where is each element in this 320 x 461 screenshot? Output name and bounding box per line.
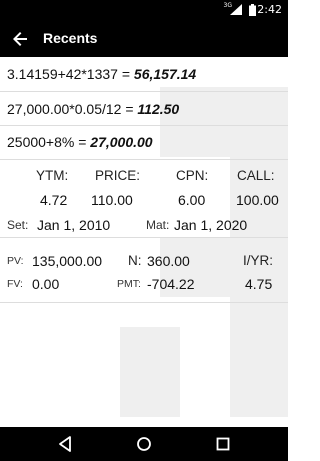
settlement-date: Jan 1, 2010 — [37, 217, 111, 233]
tvm-worksheet-item[interactable]: PV: 135,000.00 N: 360.00 I/YR: FV: 0.00 … — [0, 238, 288, 303]
nav-back-icon[interactable] — [56, 435, 74, 453]
fv-value: 0.00 — [32, 276, 60, 292]
nav-recents-icon[interactable] — [214, 435, 232, 453]
navigation-bar — [0, 427, 288, 461]
page-title: Recents — [43, 30, 98, 46]
fv-label: FV: — [7, 278, 23, 290]
nav-home-icon[interactable] — [135, 435, 153, 453]
maturity-date: Jan 1, 2020 — [174, 217, 248, 233]
back-arrow-icon[interactable] — [10, 29, 30, 49]
battery-icon — [249, 4, 256, 16]
n-value: 360.00 — [147, 253, 190, 269]
iyr-value: 4.75 — [245, 276, 273, 292]
cpn-value: 6.00 — [178, 192, 206, 208]
n-label: N: — [128, 253, 142, 268]
expression: 27,000.00*0.05/12 = — [7, 101, 138, 117]
ytm-label: YTM: — [36, 168, 69, 183]
status-bar: 3G 2:42 — [0, 0, 288, 20]
list-item[interactable]: 25000+8% = 27,000.00 — [0, 126, 288, 160]
pv-value: 135,000.00 — [32, 253, 103, 269]
pmt-value: -704.22 — [147, 276, 195, 292]
result: 112.50 — [137, 101, 180, 117]
list-item[interactable]: 3.14159+42*1337 = 56,157.14 — [0, 57, 288, 92]
call-value: 100.00 — [236, 192, 279, 208]
result: 27,000.00 — [90, 134, 153, 150]
maturity-label: Mat: — [146, 218, 170, 232]
iyr-label: I/YR: — [243, 253, 274, 268]
price-label: PRICE: — [95, 168, 141, 183]
pmt-label: PMT: — [117, 278, 141, 290]
expression: 3.14159+42*1337 = — [7, 66, 134, 82]
expression: 25000+8% = — [7, 134, 91, 150]
list-item[interactable]: 27,000.00*0.05/12 = 112.50 — [0, 92, 288, 126]
result: 56,157.14 — [133, 66, 197, 82]
ytm-value: 4.72 — [40, 192, 68, 208]
clock: 2:42 — [257, 3, 282, 16]
signal-icon — [230, 4, 242, 15]
call-label: CALL: — [237, 168, 275, 183]
recents-list: 3.14159+42*1337 = 56,157.14 27,000.00*0.… — [0, 57, 288, 427]
settlement-label: Set: — [7, 218, 29, 232]
price-value: 110.00 — [91, 192, 133, 208]
cpn-label: CPN: — [176, 168, 209, 183]
app-bar: Recents — [0, 20, 288, 57]
pv-label: PV: — [7, 255, 24, 267]
bond-worksheet-item[interactable]: YTM: PRICE: CPN: CALL: 4.72 110.00 6.00 … — [0, 160, 288, 238]
